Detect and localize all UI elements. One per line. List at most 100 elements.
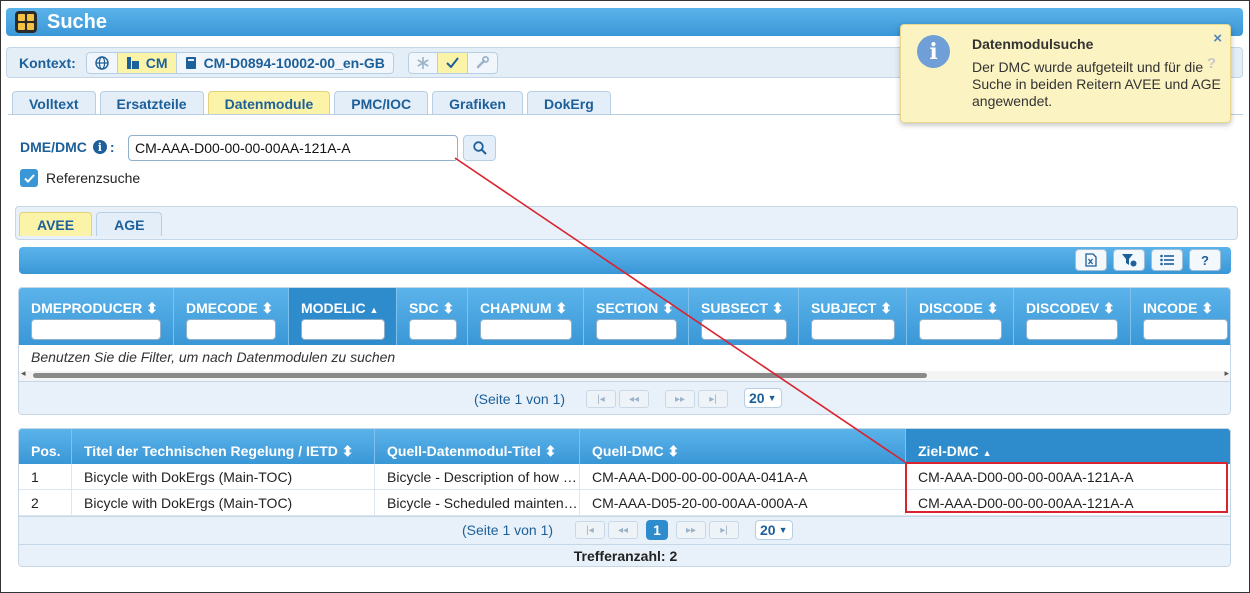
filter-sdc[interactable] <box>409 319 457 340</box>
column-target-dmc[interactable]: Ziel-DMC ▲ <box>906 429 1230 464</box>
reference-search[interactable]: Referenzsuche <box>20 169 140 187</box>
last-page-button[interactable]: ▸| <box>709 521 739 539</box>
help-icon[interactable]: ? <box>1207 55 1216 72</box>
close-icon[interactable]: × <box>1213 30 1222 47</box>
context-label: Kontext: <box>19 54 76 71</box>
column-incode[interactable]: INCODE ⬍ <box>1131 288 1230 345</box>
column-label: SUBSECT <box>701 300 768 316</box>
column-label: DISCODE <box>919 300 983 316</box>
tab-ersatzteile[interactable]: Ersatzteile <box>99 91 204 115</box>
check-button[interactable] <box>437 52 468 73</box>
column-dmecode[interactable]: DMECODE ⬍ <box>174 288 289 345</box>
first-page-button[interactable]: |◂ <box>575 521 605 539</box>
result-grid-pager: (Seite 1 von 1) |◂ ◂◂ 1 ▸▸ ▸| 20 ▼ <box>19 516 1230 544</box>
dmc-label: DME/DMC i : <box>20 139 115 155</box>
column-discodev[interactable]: DISCODEV ⬍ <box>1014 288 1131 345</box>
info-icon: i <box>917 35 950 68</box>
column-pos[interactable]: Pos. <box>19 429 72 464</box>
filter-grid-pager: (Seite 1 von 1) |◂ ◂◂ ▸▸ ▸| 20 ▼ <box>19 381 1230 414</box>
filter-section[interactable] <box>596 319 677 340</box>
column-label: Pos. <box>31 443 61 459</box>
dmc-input[interactable] <box>128 135 458 161</box>
column-label: INCODE <box>1143 300 1198 316</box>
hit-count: Trefferanzahl: 2 <box>19 544 1230 566</box>
scroll-left-icon[interactable]: ◂ <box>21 368 26 379</box>
page-size-select[interactable]: 20 ▼ <box>755 520 793 540</box>
cell-pos: 2 <box>19 490 72 516</box>
column-chapnum[interactable]: CHAPNUM ⬍ <box>468 288 584 345</box>
horizontal-scrollbar[interactable]: ◂ ▸ <box>19 368 1230 381</box>
cell-source-dmc: CM-AAA-D00-00-00-00AA-041A-A <box>580 464 906 490</box>
search-icon <box>472 141 487 155</box>
excel-export-button[interactable] <box>1075 249 1107 271</box>
result-grid-header: Pos. Titel der Technischen Regelung / IE… <box>19 429 1230 464</box>
current-page[interactable]: 1 <box>646 520 668 540</box>
column-dmeproducer[interactable]: DMEPRODUCER ⬍ <box>19 288 174 345</box>
filter-incode[interactable] <box>1143 319 1228 340</box>
sort-icon: ⬍ <box>555 300 568 316</box>
scrollbar-thumb[interactable] <box>33 373 927 378</box>
tab-grafiken[interactable]: Grafiken <box>432 91 523 115</box>
last-page-button[interactable]: ▸| <box>698 390 728 408</box>
info-icon[interactable]: i <box>92 140 107 154</box>
page-size-select[interactable]: 20 ▼ <box>744 388 782 408</box>
column-list-button[interactable] <box>1151 249 1183 271</box>
sort-icon: ⬍ <box>261 300 274 316</box>
clear-filter-button[interactable] <box>1113 249 1145 271</box>
column-label: SDC <box>409 300 439 316</box>
column-sdc[interactable]: SDC ⬍ <box>397 288 468 345</box>
list-icon <box>1160 254 1174 266</box>
filter-chapnum[interactable] <box>480 319 572 340</box>
annotation-highlight-box <box>905 462 1228 513</box>
tab-volltext[interactable]: Volltext <box>12 91 96 115</box>
reference-checkbox[interactable] <box>20 169 38 187</box>
filter-dmeproducer[interactable] <box>31 319 161 340</box>
next-page-button[interactable]: ▸▸ <box>665 390 695 408</box>
filter-dmecode[interactable] <box>186 319 276 340</box>
tab-datenmodule[interactable]: Datenmodule <box>207 91 331 115</box>
sort-icon: ⬍ <box>771 300 784 316</box>
first-page-button[interactable]: |◂ <box>586 390 616 408</box>
globe-button[interactable] <box>87 52 118 73</box>
document-button[interactable]: CM-D0894-10002-00_en-GB <box>177 53 393 73</box>
filter-discode[interactable] <box>919 319 1002 340</box>
filter-subject[interactable] <box>811 319 895 340</box>
cell-source-title: Bicycle - Description of how it is made <box>375 464 580 490</box>
pager-text: (Seite 1 von 1) <box>462 522 554 538</box>
column-source-title[interactable]: Quell-Datenmodul-Titel ⬍ <box>375 429 580 464</box>
excel-icon <box>1085 253 1097 267</box>
column-subject[interactable]: SUBJECT ⬍ <box>799 288 907 345</box>
subtab-panel <box>15 206 1238 240</box>
help-button[interactable]: ? <box>1189 249 1221 271</box>
scroll-right-icon[interactable]: ▸ <box>1224 368 1229 379</box>
pager-text: (Seite 1 von 1) <box>474 391 566 407</box>
filter-discodev[interactable] <box>1026 319 1118 340</box>
column-subsect[interactable]: SUBSECT ⬍ <box>689 288 799 345</box>
column-source-dmc[interactable]: Quell-DMC ⬍ <box>580 429 906 464</box>
tab-avee[interactable]: AVEE <box>19 212 93 236</box>
sort-ascending-icon: ▲ <box>982 448 992 458</box>
column-label: Quell-DMC <box>592 443 664 459</box>
column-modelic[interactable]: MODELIC ▲ <box>289 288 397 345</box>
project-button[interactable]: CM <box>117 52 177 73</box>
prev-page-button[interactable]: ◂◂ <box>608 521 638 539</box>
tab-pmc-ioc[interactable]: PMC/IOC <box>334 91 429 115</box>
asterisk-button[interactable] <box>409 52 438 73</box>
cell-title: Bicycle with DokErgs (Main-TOC) <box>72 490 375 516</box>
sub-tabs: AVEE AGE <box>19 212 163 236</box>
wrench-button[interactable] <box>468 53 497 73</box>
filter-modelic[interactable] <box>301 319 385 340</box>
column-discode[interactable]: DISCODE ⬍ <box>907 288 1014 345</box>
sort-icon: ⬍ <box>986 300 999 316</box>
app-grid-icon <box>15 11 37 33</box>
column-title[interactable]: Titel der Technischen Regelung / IETD ⬍ <box>72 429 375 464</box>
prev-page-button[interactable]: ◂◂ <box>619 390 649 408</box>
next-page-button[interactable]: ▸▸ <box>676 521 706 539</box>
column-section[interactable]: SECTION ⬍ <box>584 288 689 345</box>
search-button[interactable] <box>463 135 496 161</box>
context-selector: CM CM-D0894-10002-00_en-GB <box>85 51 394 74</box>
tab-dokerg[interactable]: DokErg <box>526 91 611 115</box>
tab-age[interactable]: AGE <box>96 212 163 236</box>
cell-source-title: Bicycle - Scheduled maintenance <box>375 490 580 516</box>
filter-subsect[interactable] <box>701 319 787 340</box>
